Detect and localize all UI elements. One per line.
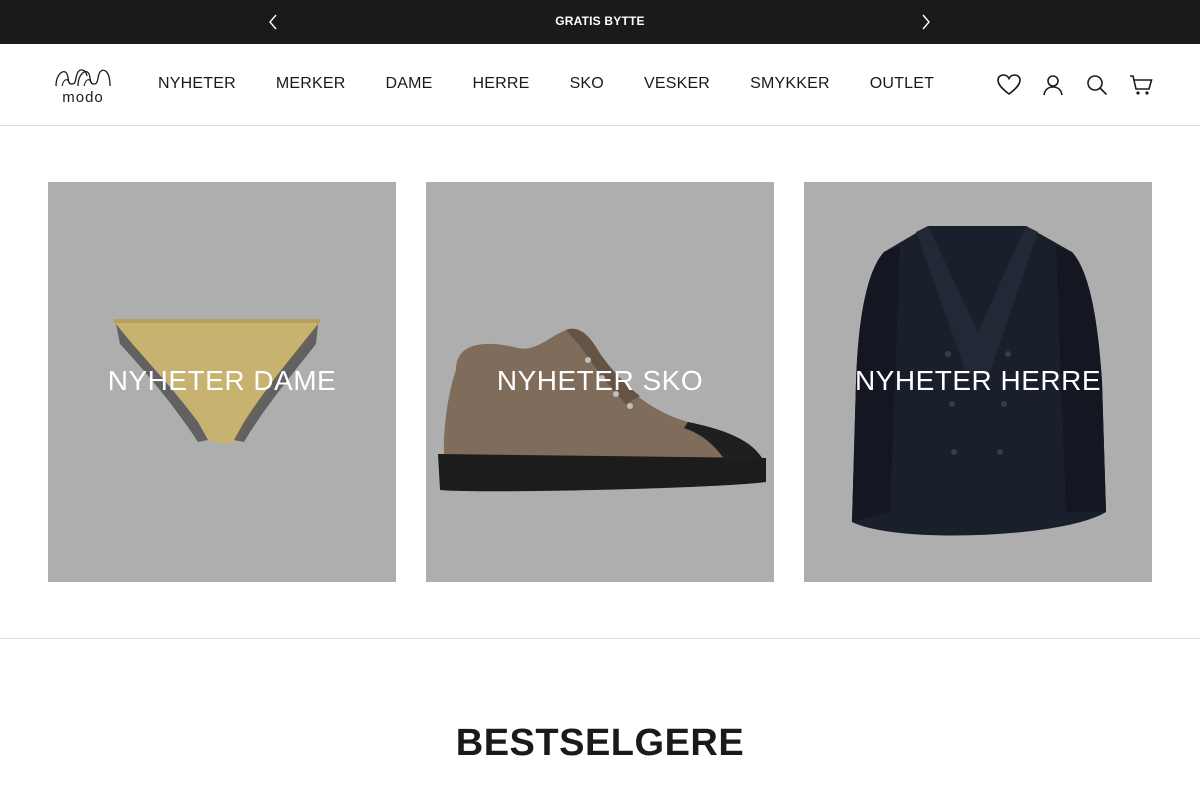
collection-tile-dame[interactable]: NYHETER DAME (48, 182, 396, 582)
collection-tile-herre[interactable]: NYHETER HERRE (804, 182, 1152, 582)
modo-logo[interactable]: modo (50, 64, 116, 106)
collection-label: NYHETER DAME (107, 365, 337, 396)
chevron-right-icon[interactable] (916, 12, 936, 32)
collection-label: NYHETER SKO (496, 365, 704, 396)
cart-icon[interactable] (1128, 72, 1154, 98)
nav-item-smykker[interactable]: SMYKKER (750, 75, 830, 93)
nav-item-vesker[interactable]: VESKER (644, 75, 710, 93)
search-icon[interactable] (1084, 72, 1110, 98)
bestsellers-title: BESTSELGERE (455, 722, 745, 764)
nav-item-dame[interactable]: DAME (386, 75, 433, 93)
nav-item-outlet[interactable]: OUTLET (870, 75, 934, 93)
nav-item-merker[interactable]: MERKER (276, 75, 346, 93)
account-icon[interactable] (1040, 72, 1066, 98)
site-header: modo NYHETER MERKER DAME HERRE SKO VESKE… (0, 44, 1200, 126)
announcement-text: GRATIS BYTTE (555, 14, 645, 28)
nav-item-nyheter[interactable]: NYHETER (158, 75, 236, 93)
nav-item-sko[interactable]: SKO (570, 75, 604, 93)
collection-label: NYHETER HERRE (854, 365, 1102, 396)
header-icons (978, 72, 1154, 98)
logo-text: modo (62, 89, 104, 106)
nav-item-herre[interactable]: HERRE (473, 75, 530, 93)
section-divider (0, 638, 1200, 639)
announcement-bar: GRATIS BYTTE (0, 0, 1200, 44)
main-nav: NYHETER MERKER DAME HERRE SKO VESKER SMY… (158, 75, 974, 93)
collection-tile-sko[interactable]: NYHETER SKO (426, 182, 774, 582)
heart-icon[interactable] (996, 72, 1022, 98)
